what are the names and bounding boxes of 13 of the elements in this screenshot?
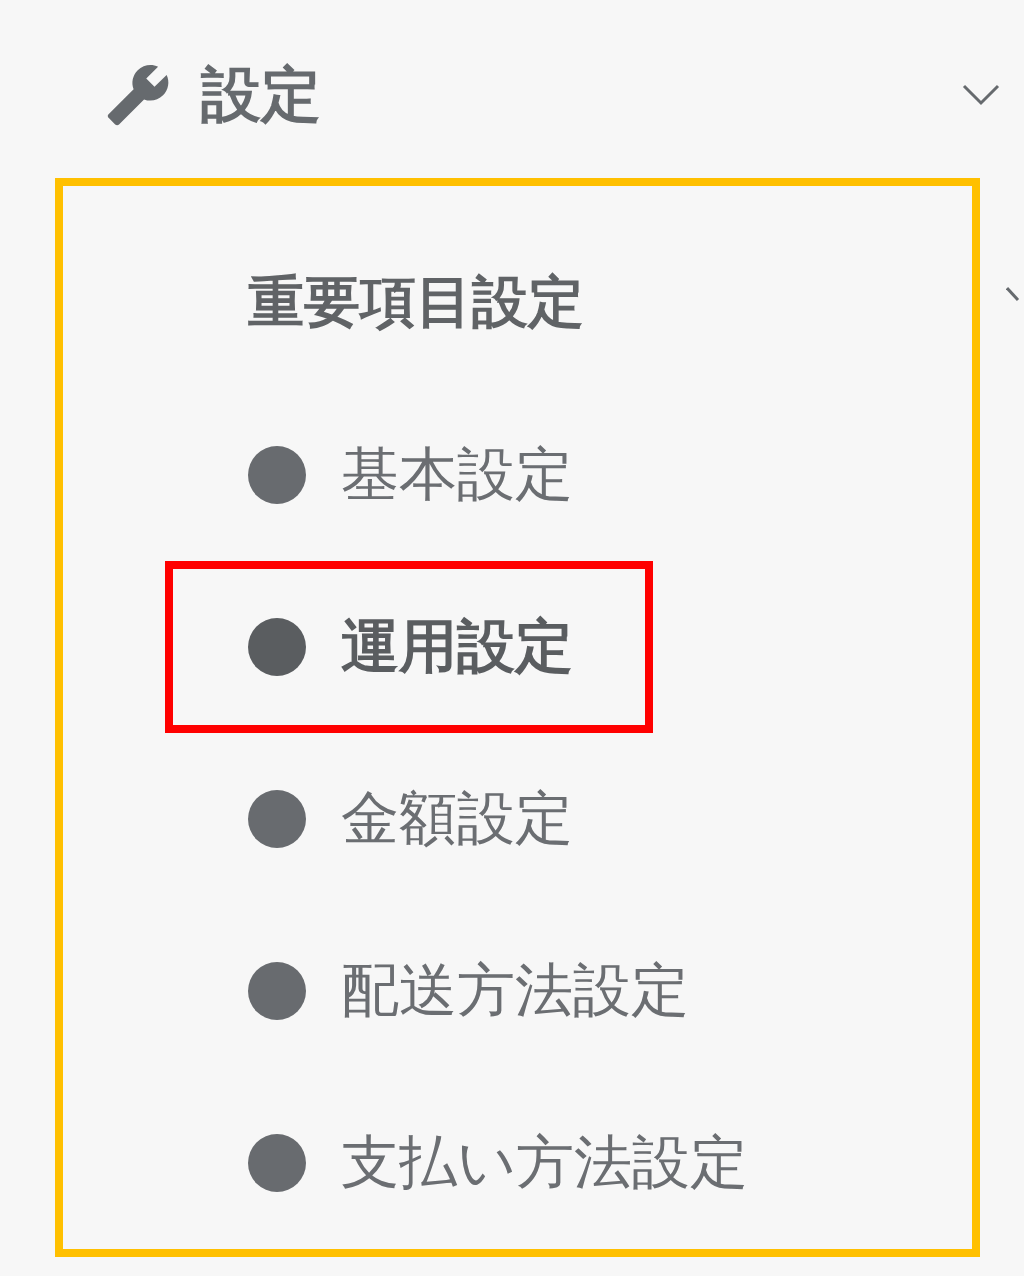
bullet-icon (248, 446, 306, 504)
bullet-icon (248, 790, 306, 848)
menu-item[interactable]: 基本設定 (165, 389, 653, 561)
section-title[interactable]: 設定 (201, 54, 962, 136)
menu-item[interactable]: 配送方法設定 (165, 905, 769, 1077)
wrench-icon (105, 62, 171, 128)
menu-item[interactable]: 運用設定 (165, 561, 653, 733)
bullet-icon (248, 962, 306, 1020)
menu-item[interactable]: 支払い方法設定 (165, 1077, 828, 1249)
group-title: 重要項目設定 (247, 268, 585, 336)
bullet-icon (248, 1134, 306, 1192)
menu-item[interactable]: 金額設定 (165, 733, 653, 905)
bullet-icon (248, 618, 306, 676)
